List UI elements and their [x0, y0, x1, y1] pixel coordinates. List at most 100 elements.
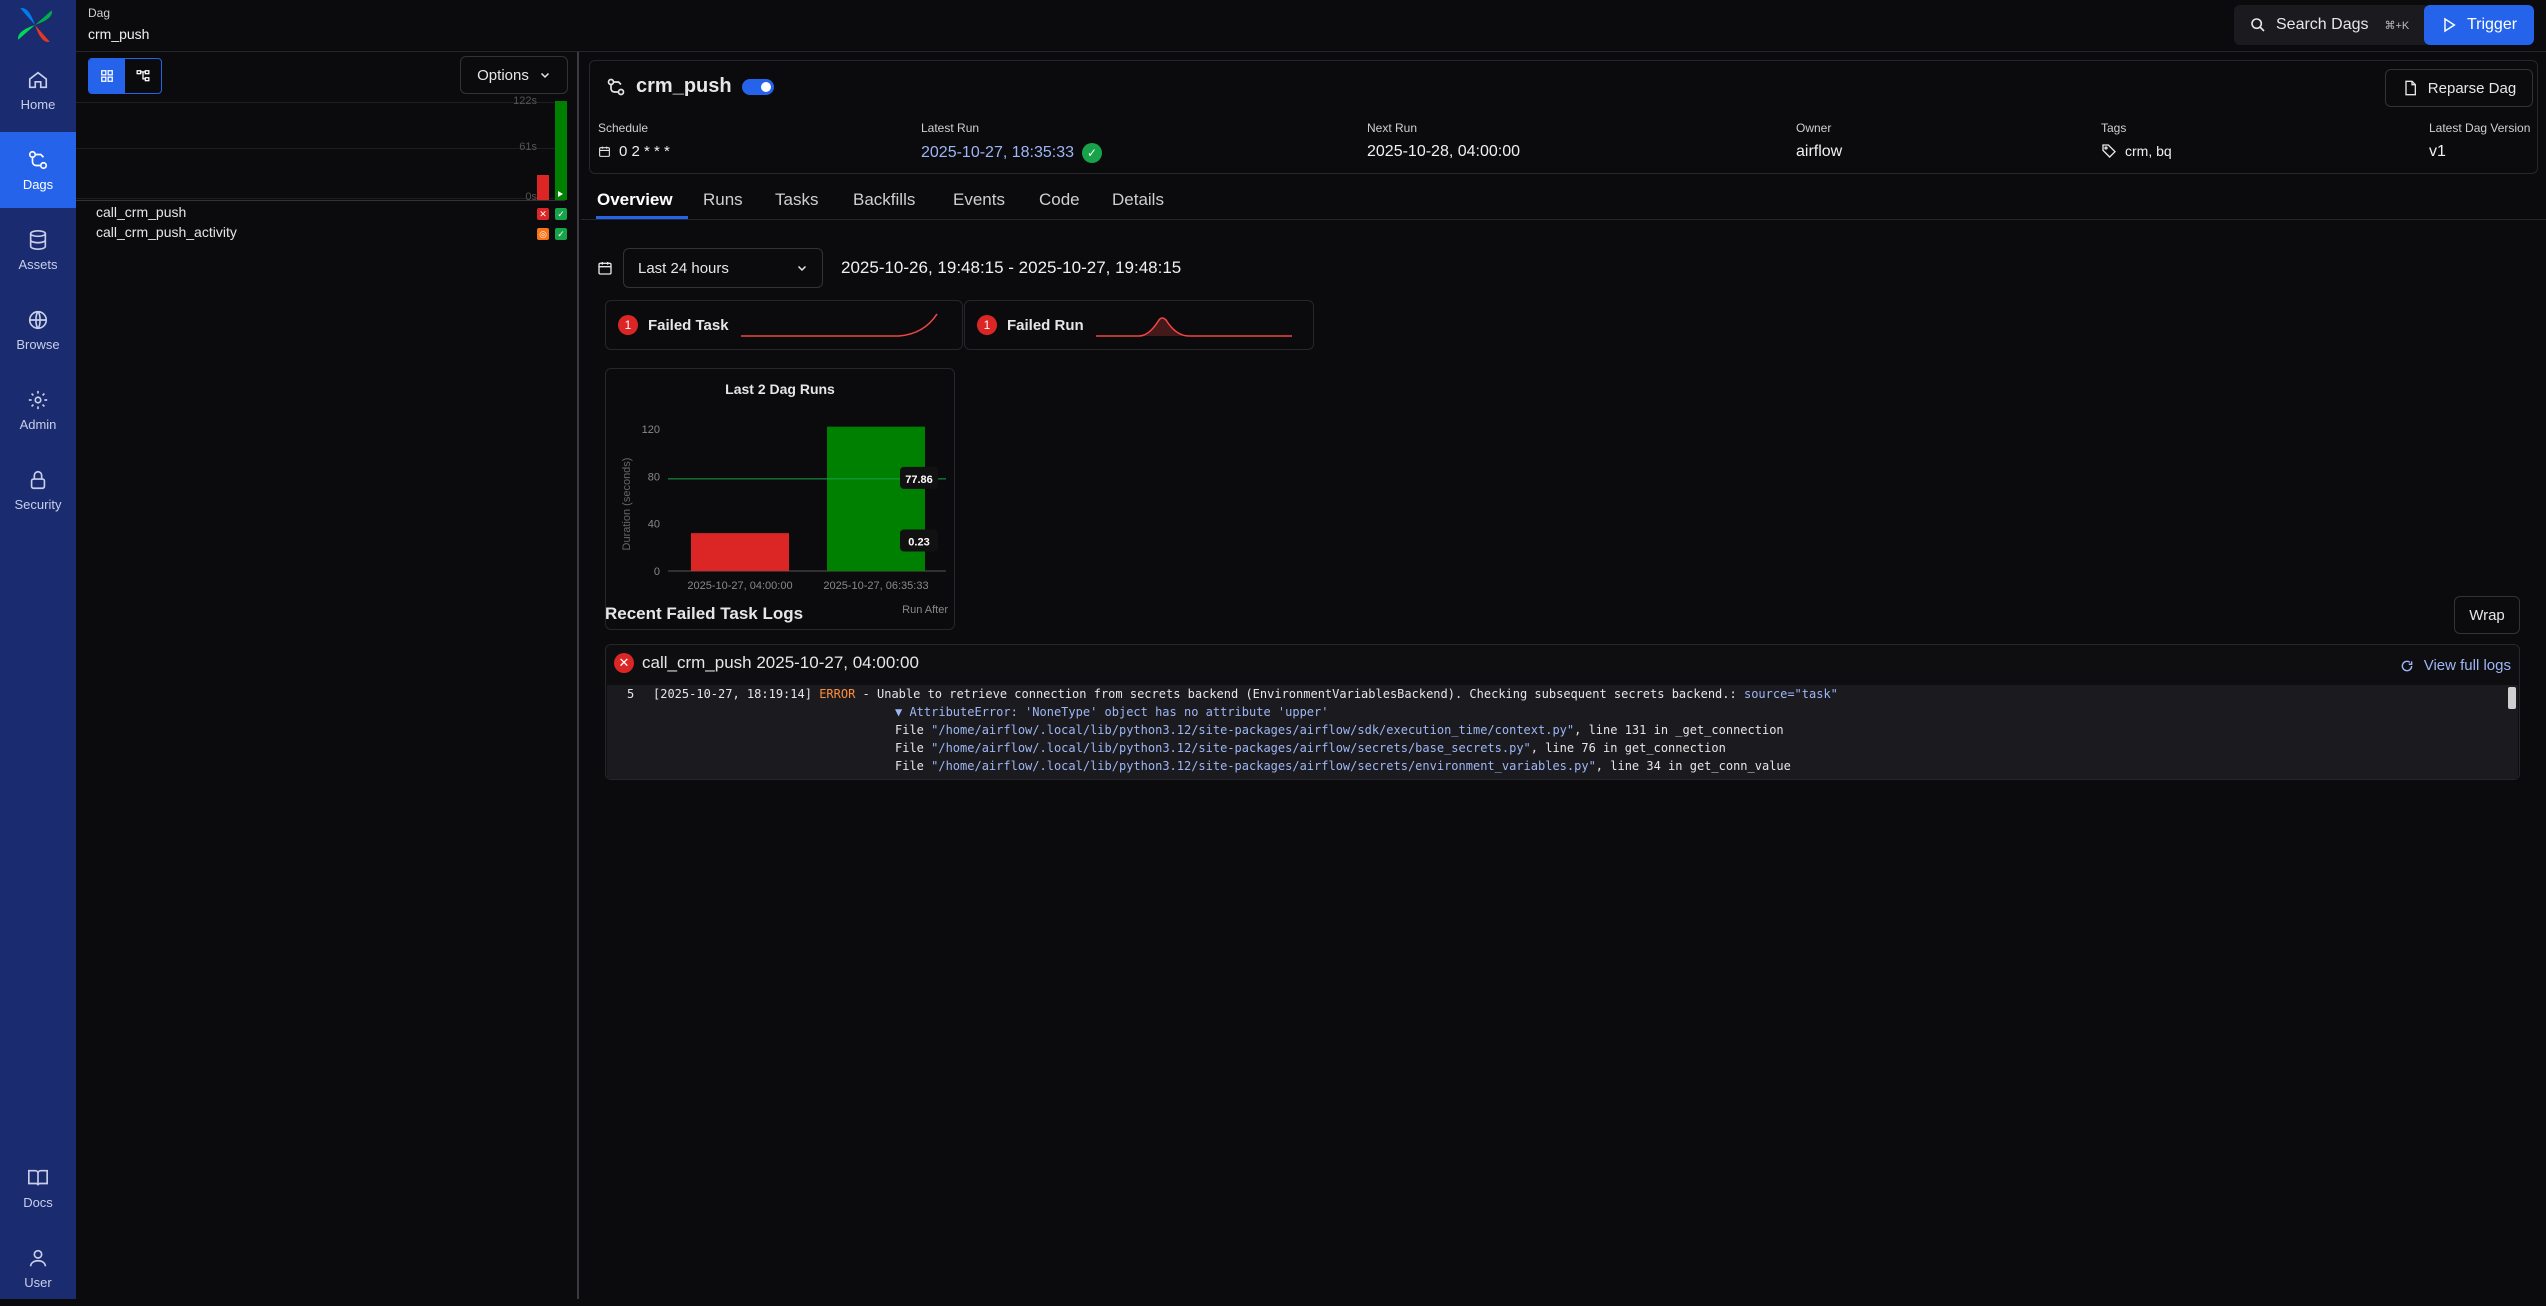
- grid-icon: [101, 70, 113, 82]
- log-entry-header: ✕ call_crm_push 2025-10-27, 04:00:00: [614, 653, 919, 673]
- x-axis-label: Run After: [902, 604, 948, 616]
- success-check-icon: ✓: [1082, 143, 1103, 163]
- chevron-down-icon: [797, 265, 807, 272]
- nav-browse[interactable]: Browse: [0, 292, 76, 368]
- dag-header-card: crm_push Reparse Dag Schedule 0 2 * * * …: [589, 60, 2538, 174]
- log-trace-line: File "/home/airflow/.local/lib/python3.1…: [895, 723, 1784, 737]
- nav-admin[interactable]: Admin: [0, 372, 76, 448]
- search-label: Search Dags: [2276, 16, 2369, 33]
- tab-details[interactable]: Details: [1112, 190, 1164, 210]
- task-instance-failed[interactable]: ✕: [537, 208, 549, 220]
- log-message: - Unable to retrieve connection from sec…: [862, 687, 1737, 701]
- owner-label: Owner: [1796, 121, 1832, 135]
- graph-icon: [136, 70, 150, 82]
- dag-runs-chart: 0 40 80 120 Duration (seconds) 2025-10-27, 04…: [621, 424, 948, 616]
- breadcrumb-current: crm_push: [88, 26, 150, 42]
- grid-axis-mid: 61s: [519, 141, 537, 153]
- meta-schedule: Schedule 0 2 * * *: [598, 121, 670, 160]
- task-row-call-crm-push[interactable]: call_crm_push: [96, 204, 186, 220]
- view-full-logs-label: View full logs: [2423, 657, 2511, 674]
- log-scrollbar[interactable]: [2508, 687, 2516, 709]
- y-tick-label: 40: [648, 519, 660, 531]
- tab-backfills[interactable]: Backfills: [853, 190, 915, 210]
- failed-run-sparkline: [1095, 317, 1292, 337]
- breadcrumb-section[interactable]: Dag: [88, 6, 110, 20]
- failed-run-card[interactable]: 1 Failed Run: [964, 300, 1314, 350]
- task-instance-success[interactable]: ✓: [555, 228, 567, 240]
- failed-logs-title: Recent Failed Task Logs: [605, 604, 804, 623]
- dag-title: crm_push: [636, 75, 732, 97]
- nav-home[interactable]: Home: [0, 52, 76, 128]
- tab-overview[interactable]: Overview: [597, 190, 673, 210]
- failed-task-sparkline: [740, 313, 938, 337]
- failed-run-label: Failed Run: [1007, 316, 1084, 334]
- nav-security-label: Security: [14, 496, 62, 512]
- meta-owner: Owner airflow: [1796, 121, 1842, 161]
- run-duration-bar-success[interactable]: [555, 101, 567, 200]
- tab-runs[interactable]: Runs: [703, 190, 743, 210]
- home-icon: [28, 71, 48, 88]
- y-tick-label: 120: [642, 424, 660, 436]
- task-instance-upstream-failed[interactable]: ◎: [537, 228, 549, 240]
- tags-row: crm, bq: [2101, 143, 2172, 159]
- dag-title-row: crm_push: [606, 75, 774, 98]
- wrap-button[interactable]: Wrap: [2454, 596, 2520, 634]
- log-exception[interactable]: ▼ AttributeError: 'NoneType' object has …: [895, 705, 1328, 719]
- search-shortcut: ⌘+K: [2384, 19, 2410, 32]
- nav-security[interactable]: Security: [0, 452, 76, 528]
- meta-tags: Tags crm, bq: [2101, 121, 2172, 159]
- trace-file: "/home/airflow/.local/lib/python3.12/sit…: [931, 723, 1575, 737]
- x-tick-label: 2025-10-27, 06:35:33: [823, 580, 928, 592]
- lock-icon: [30, 470, 46, 489]
- nav-dags[interactable]: Dags: [0, 132, 76, 208]
- graph-view-button[interactable]: [125, 59, 161, 93]
- play-icon: [2444, 17, 2456, 33]
- log-line-1: [2025-10-27, 18:19:14] ERROR - Unable to…: [653, 687, 1838, 701]
- view-full-logs-link[interactable]: View full logs: [2400, 657, 2511, 674]
- run-duration-bar-failed[interactable]: [537, 175, 549, 200]
- nav-user[interactable]: User: [0, 1230, 76, 1306]
- dag-pause-toggle[interactable]: [741, 78, 774, 95]
- nav-assets-label: Assets: [18, 256, 58, 272]
- tab-events[interactable]: Events: [953, 190, 1005, 210]
- sidebar-nav: Home Dags Assets Browse Admin Security D…: [0, 0, 76, 1299]
- task-row-call-crm-push-activity[interactable]: call_crm_push_activity: [96, 224, 237, 240]
- log-entry-card: ✕ call_crm_push 2025-10-27, 04:00:00 Vie…: [605, 644, 2520, 780]
- task-instance-success[interactable]: ✓: [555, 208, 567, 220]
- tab-tasks[interactable]: Tasks: [775, 190, 818, 210]
- grid-pane: Options 122s 61s 0s call_crm_push ✕ ✓ ca…: [76, 52, 579, 1299]
- next-run-value: 2025-10-28, 04:00:00: [1367, 143, 1521, 160]
- trace-rest: , line 76 in get_connection: [1530, 741, 1726, 755]
- dag-tabs: Overview Runs Tasks Backfills Events Cod…: [581, 178, 2546, 220]
- nav-docs-label: Docs: [23, 1194, 53, 1210]
- user-icon: [29, 1249, 47, 1266]
- trace-file: "/home/airflow/.local/lib/python3.12/sit…: [931, 741, 1531, 755]
- gear-icon: [28, 390, 48, 409]
- failed-task-card[interactable]: 1 Failed Task: [605, 300, 963, 350]
- trigger-button[interactable]: Trigger: [2424, 5, 2534, 45]
- failed-x-icon: ✕: [614, 653, 634, 673]
- grid-line: [76, 198, 565, 199]
- log-entry-title[interactable]: call_crm_push 2025-10-27, 04:00:00: [642, 653, 919, 673]
- time-range-select[interactable]: Last 24 hours: [623, 248, 823, 288]
- nav-assets[interactable]: Assets: [0, 212, 76, 288]
- log-level: ERROR: [819, 687, 856, 701]
- latest-run-row: 2025-10-27, 18:35:33 ✓: [921, 143, 1103, 163]
- failed-task-count: 1: [618, 315, 638, 335]
- search-dags-button[interactable]: Search Dags ⌘+K: [2234, 5, 2430, 45]
- nav-docs[interactable]: Docs: [0, 1150, 76, 1226]
- active-tab-indicator: [596, 216, 688, 219]
- airflow-logo[interactable]: [14, 4, 56, 46]
- failed-task-label: Failed Task: [648, 316, 729, 334]
- nav-dags-label: Dags: [22, 176, 54, 192]
- tab-code[interactable]: Code: [1039, 190, 1080, 210]
- reparse-dag-button[interactable]: Reparse Dag: [2385, 69, 2533, 107]
- latest-run-link[interactable]: 2025-10-27, 18:35:33: [921, 144, 1074, 162]
- options-button[interactable]: Options: [460, 56, 568, 94]
- schedule-label: Schedule: [598, 121, 649, 135]
- chevron-down-icon: [540, 72, 549, 79]
- y-axis-label: Duration (seconds): [621, 458, 633, 551]
- tags-value: crm, bq: [2125, 143, 2172, 159]
- x-tick-label: 2025-10-27, 04:00:00: [687, 580, 792, 592]
- grid-view-button[interactable]: [89, 59, 125, 93]
